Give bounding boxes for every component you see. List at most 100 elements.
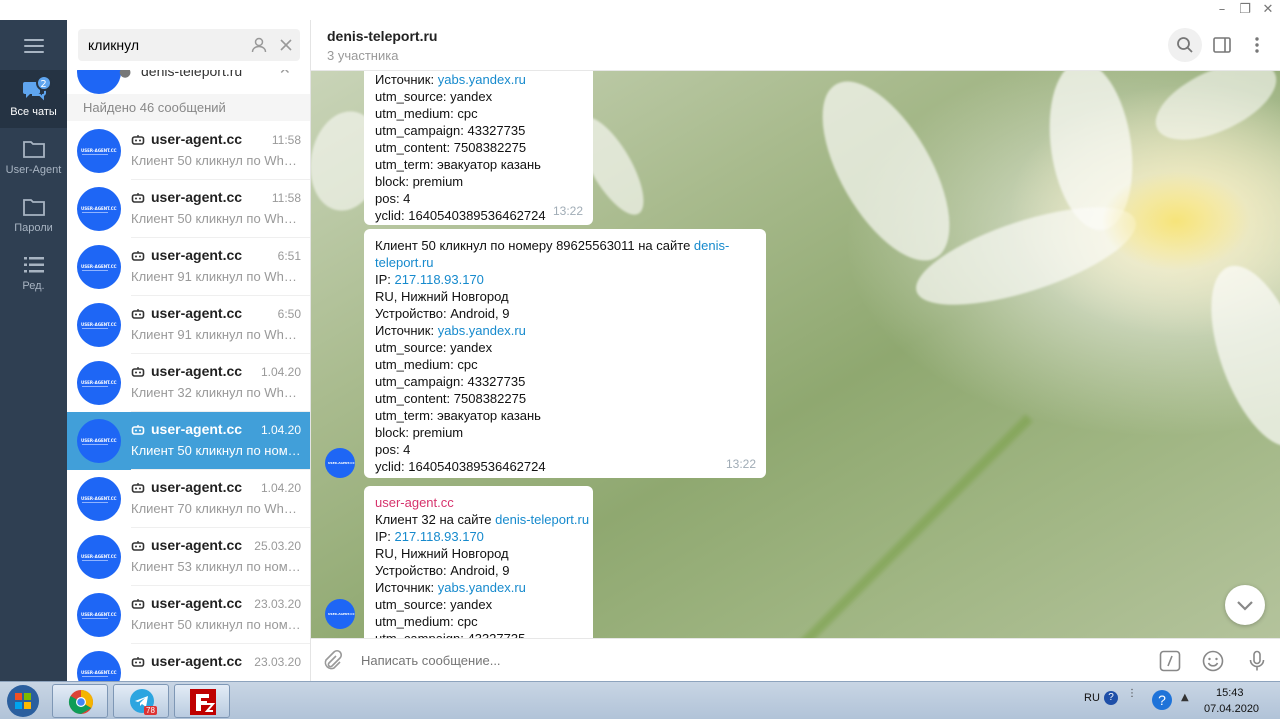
filezilla-icon	[190, 689, 216, 715]
more-menu-button[interactable]	[1240, 28, 1274, 62]
folder-passwords[interactable]: Пароли	[0, 186, 67, 244]
search-result-row[interactable]: USER-AGENT.CC user-agent.cc 1.04.20 Клиент …	[67, 354, 310, 412]
message-line: RU, Нижний Новгород	[375, 546, 509, 561]
ime-icon[interactable]: ⋮	[1127, 688, 1137, 699]
message-lines: utm_source: yandexutm_medium: cpcutm_cam…	[375, 596, 582, 638]
result-time: 1.04.20	[260, 423, 301, 437]
scroll-to-bottom-button[interactable]	[1225, 585, 1265, 625]
minimize-icon[interactable]: –	[1211, 2, 1233, 18]
attach-icon[interactable]	[320, 649, 344, 673]
bot-icon	[131, 309, 145, 319]
bot-commands-icon[interactable]	[1158, 649, 1182, 673]
text-fragment: Источник:	[375, 323, 438, 338]
message-line: utm_source: yandex	[375, 597, 493, 612]
search-result-row[interactable]: USER-AGENT.CC user-agent.cc 25.03.20 Клиент…	[67, 528, 310, 586]
message-input[interactable]	[361, 650, 1121, 670]
chat-header[interactable]: denis-teleport.ru 3 участника	[311, 20, 1280, 71]
group-icon: ●	[119, 70, 132, 80]
message-composer	[311, 638, 1280, 681]
avatar: USER-AGENT.CC	[77, 535, 121, 579]
search-result-row[interactable]: USER-AGENT.CC user-agent.cc 11:58 Клиент 50…	[67, 122, 310, 180]
result-chat-name: user-agent.cc	[151, 421, 243, 437]
chat-title[interactable]: denis-teleport.ru	[327, 28, 437, 44]
folder-user-agent[interactable]: User-Agent	[0, 128, 67, 186]
search-result-row[interactable]: USER-AGENT.CC user-agent.cc 11:58 Клиент 50…	[67, 180, 310, 238]
clock-time[interactable]: 15:43	[1216, 687, 1244, 699]
folder-edit[interactable]: Ред.	[0, 244, 67, 302]
remove-peer-icon[interactable]: ✕	[279, 70, 291, 78]
sender-avatar[interactable]: USER-AGENT.CC	[325, 448, 355, 478]
search-result-row[interactable]: USER-AGENT.CC user-agent.cc 23.03.20 Клиент…	[67, 586, 310, 644]
search-chat-button[interactable]	[1168, 28, 1202, 62]
restore-icon[interactable]: ❐	[1234, 2, 1256, 18]
message-line: teleport.ru	[375, 254, 755, 271]
search-result-row[interactable]: USER-AGENT.CC user-agent.cc 1.04.20 Клиент …	[67, 470, 310, 528]
menu-icon[interactable]	[24, 39, 44, 53]
source-link[interactable]: yabs.yandex.ru	[438, 323, 526, 338]
search-peer-row[interactable]: ● denis-teleport.ru ✕	[67, 70, 310, 94]
avatar-text: USER-AGENT.CC	[328, 461, 355, 465]
clear-search-icon[interactable]	[277, 36, 295, 54]
search-result-row[interactable]: USER-AGENT.CC user-agent.cc 6:51 Клиент 91 …	[67, 238, 310, 296]
message-bubble[interactable]: user-agent.cc Клиент 32 на сайте denis-t…	[364, 486, 593, 638]
close-window-icon[interactable]: ✕	[1257, 2, 1279, 18]
taskbar-filezilla[interactable]	[174, 684, 230, 718]
ip-link[interactable]: 217.118.93.170	[395, 529, 484, 544]
message-line: Устройство: Android, 9	[375, 306, 510, 321]
message-history[interactable]: Источник: yabs.yandex.ru utm_source: yan…	[311, 71, 1280, 638]
source-link[interactable]: yabs.yandex.ru	[438, 72, 526, 87]
search-result-row[interactable]: USER-AGENT.CC user-agent.cc 1.04.20 Клиент …	[67, 412, 310, 470]
message-line: Источник: yabs.yandex.ru	[375, 579, 582, 596]
folder-label: User-Agent	[5, 164, 62, 176]
message-time: 13:22	[552, 204, 583, 218]
bot-icon	[131, 367, 145, 377]
bot-icon	[131, 541, 145, 551]
sender-name[interactable]: user-agent.cc	[375, 494, 582, 511]
taskbar-telegram[interactable]: 78	[113, 684, 169, 718]
folder-label: Ред.	[22, 280, 45, 292]
site-link[interactable]: teleport.ru	[375, 255, 434, 270]
help-icon[interactable]: ?	[1152, 690, 1172, 710]
chevron-down-icon	[1237, 601, 1253, 611]
clock-date[interactable]: 07.04.2020	[1204, 703, 1259, 715]
toggle-sidebar-button[interactable]	[1205, 28, 1239, 62]
message-bubble[interactable]: Клиент 50 кликнул по номеру 89625563011 …	[364, 229, 766, 478]
result-preview: Клиент 91 кликнул по WhatsApp	[131, 269, 301, 284]
message-line: utm_medium: cpc	[375, 106, 478, 121]
result-chat-name: user-agent.cc	[151, 247, 243, 263]
search-input[interactable]	[88, 35, 238, 55]
keyboard-language[interactable]: RU	[1084, 692, 1100, 704]
sender-avatar[interactable]: USER-AGENT.CC	[325, 599, 355, 629]
message-lines: utm_source: yandexutm_medium: cpcutm_cam…	[375, 339, 755, 475]
bot-icon	[131, 483, 145, 493]
help-small-icon[interactable]: ?	[1104, 691, 1118, 705]
message-bubble[interactable]: Источник: yabs.yandex.ru utm_source: yan…	[364, 71, 593, 225]
message-line: utm_campaign: 43327735	[375, 123, 526, 138]
taskbar-chrome[interactable]	[52, 684, 108, 718]
site-link[interactable]: denis-teleport.ru	[495, 512, 589, 527]
wallpaper-petal	[1144, 71, 1280, 156]
emoji-icon[interactable]	[1201, 649, 1225, 673]
avatar-text: USER-AGENT.CC	[81, 554, 117, 559]
result-time: 25.03.20	[254, 539, 301, 553]
sidebar-icon	[1213, 37, 1231, 53]
site-link[interactable]: denis-	[694, 238, 729, 253]
ip-link[interactable]: 217.118.93.170	[395, 272, 484, 287]
folder-label: Все чаты	[10, 106, 57, 118]
more-vertical-icon	[1255, 37, 1259, 53]
search-result-row[interactable]: USER-AGENT.CC user-agent.cc 6:50 Клиент 91 …	[67, 296, 310, 354]
windows-logo-icon	[7, 685, 39, 717]
telegram-icon	[130, 689, 154, 713]
source-link[interactable]: yabs.yandex.ru	[438, 580, 526, 595]
avatar-text: USER-AGENT.CC	[81, 148, 117, 153]
search-result-row[interactable]: USER-AGENT.CC user-agent.cc 23.03.20	[67, 644, 310, 681]
start-button[interactable]	[2, 683, 44, 719]
message-line: pos: 4	[375, 191, 411, 206]
microphone-icon[interactable]	[1245, 649, 1269, 673]
avatar-text: USER-AGENT.CC	[328, 612, 355, 616]
folder-all-chats[interactable]: 2 Все чаты	[0, 70, 67, 128]
user-filter-icon[interactable]	[250, 36, 268, 54]
tray-expand-icon[interactable]: ▲	[1181, 692, 1189, 703]
message-line: Клиент 50 кликнул по номеру 89625563011 …	[375, 237, 755, 254]
result-chat-name: user-agent.cc	[151, 305, 243, 321]
